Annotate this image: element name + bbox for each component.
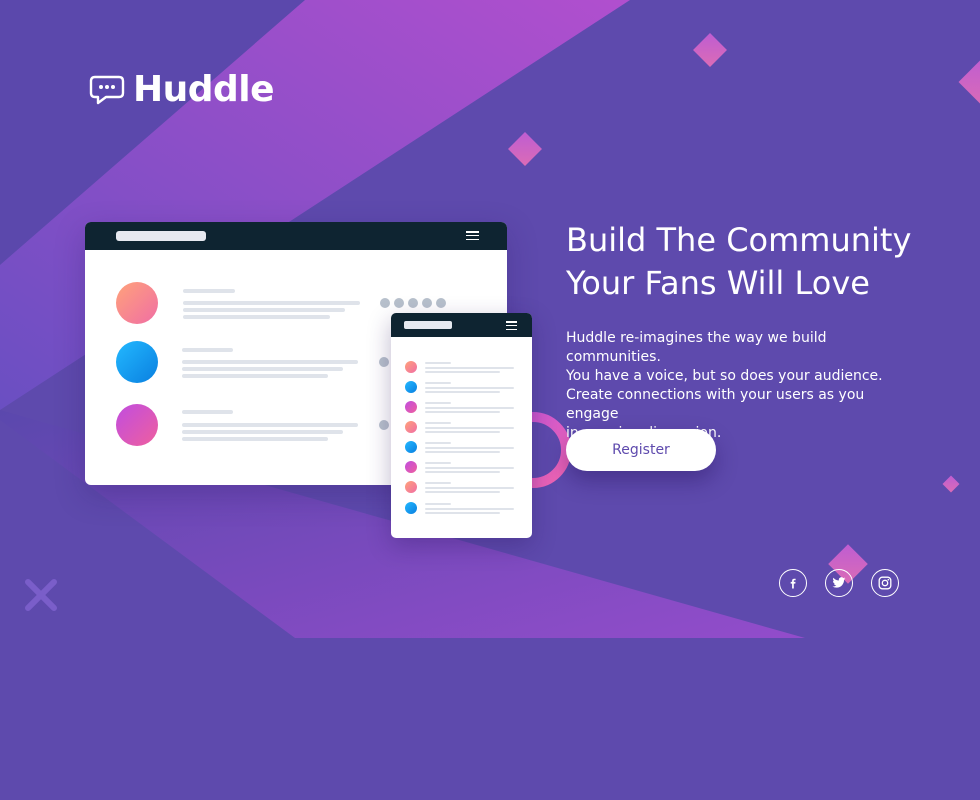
facebook-icon [790, 578, 796, 589]
headline-line: Build The Community [566, 221, 912, 259]
register-button[interactable]: Register [566, 429, 716, 471]
description-line: Huddle re-imagines the way we build comm… [566, 330, 827, 365]
mockup-header [85, 222, 507, 250]
mockup-header [391, 313, 532, 337]
mockup-row [405, 501, 517, 515]
avatar [116, 282, 158, 324]
mockup-row [405, 440, 517, 454]
mockup-row [405, 380, 517, 394]
chat-bubble-icon [89, 75, 125, 105]
mockup-row [405, 460, 517, 474]
twitter-link[interactable] [825, 569, 853, 597]
avatar [116, 341, 158, 383]
mockup-row [405, 360, 517, 374]
facebook-link[interactable] [779, 569, 807, 597]
phone-mockup [391, 313, 532, 538]
mockup-title-bar [116, 231, 206, 241]
twitter-icon [832, 577, 846, 588]
hamburger-icon [506, 321, 517, 331]
hero-description: Huddle re-imagines the way we build comm… [566, 329, 916, 443]
instagram-link[interactable] [871, 569, 899, 597]
avatar [116, 404, 158, 446]
description-line: You have a voice, but so does your audie… [566, 368, 883, 384]
brand-name: Huddle [133, 69, 275, 110]
headline-line: Your Fans Will Love [566, 264, 870, 302]
description-line: Create connections with your users as yo… [566, 387, 865, 422]
hero-headline: Build The Community Your Fans Will Love [566, 219, 926, 305]
instagram-icon [878, 576, 892, 590]
hamburger-icon [466, 231, 479, 241]
mockup-row [405, 480, 517, 494]
mockup-row [405, 400, 517, 414]
mockup-dots [380, 298, 446, 308]
mockup-row [405, 420, 517, 434]
mockup-title-bar [404, 321, 452, 329]
huddle-logo[interactable]: Huddle [89, 69, 275, 110]
